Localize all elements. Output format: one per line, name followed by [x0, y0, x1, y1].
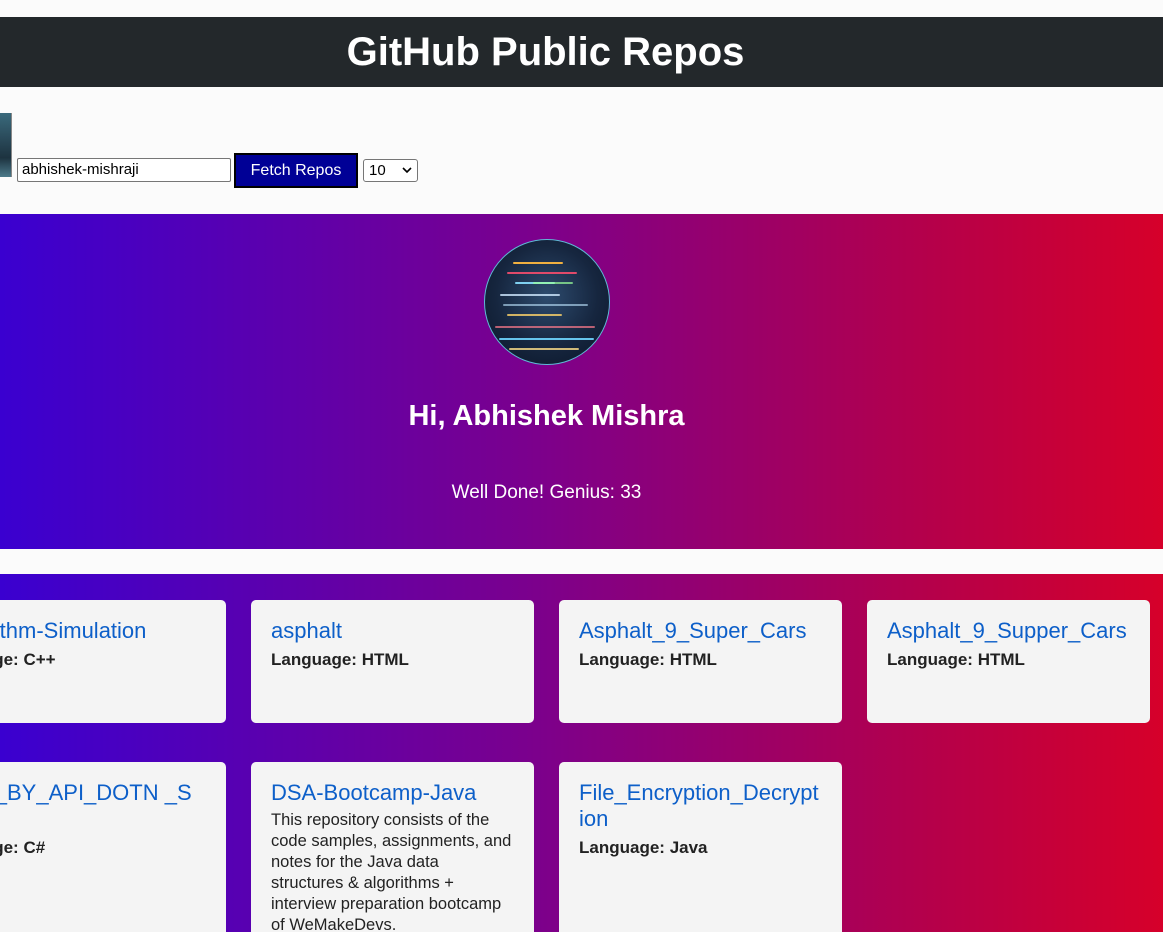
- repo-card: gorithm-Simulation guage: C++: [0, 600, 226, 723]
- repo-language-value: HTML: [361, 650, 409, 669]
- repo-language: Language: Java: [579, 838, 822, 858]
- search-controls: Fetch Repos 10: [0, 113, 600, 188]
- profile-avatar: [484, 239, 610, 365]
- repo-name-link[interactable]: Asphalt_9_Supper_Cars: [887, 618, 1130, 644]
- repo-grid: gorithm-Simulation guage: C++ asphalt La…: [0, 574, 1163, 932]
- repo-card: UD_BY_API_DOTN _SQL guage: C#: [0, 762, 226, 932]
- repo-language-value: C#: [23, 838, 46, 857]
- profile-greeting: Hi, Abhishek Mishra: [408, 400, 685, 432]
- user-avatar-thumbnail: [0, 113, 12, 177]
- repo-card: asphalt Language: HTML: [251, 600, 534, 723]
- chevron-down-icon: [402, 167, 412, 174]
- page: GitHub Public Repos Fetch Repos 10 Hi, A…: [0, 0, 1163, 932]
- app-header: GitHub Public Repos: [0, 17, 1163, 87]
- repo-name-link[interactable]: File_Encryption_Decryption: [579, 780, 822, 832]
- profile-section: Hi, Abhishek Mishra Well Done! Genius: 3…: [0, 214, 1163, 549]
- repo-language: Language: HTML: [579, 650, 822, 670]
- per-page-select[interactable]: 10: [363, 159, 418, 182]
- repo-language-label: Language:: [271, 650, 357, 669]
- repo-language-value: Java: [669, 838, 708, 857]
- per-page-value: 10: [369, 162, 386, 179]
- repo-name-link[interactable]: UD_BY_API_DOTN _SQL: [0, 780, 206, 832]
- repo-card: Asphalt_9_Super_Cars Language: HTML: [559, 600, 842, 723]
- repo-language-label: guage:: [0, 838, 19, 857]
- repo-language-value: HTML: [669, 650, 717, 669]
- profile-repo-count: Well Done! Genius: 33: [451, 482, 642, 503]
- repo-name-link[interactable]: DSA-Bootcamp-Java: [271, 780, 514, 806]
- repo-name-link[interactable]: asphalt: [271, 618, 514, 644]
- repo-card: Asphalt_9_Supper_Cars Language: HTML: [867, 600, 1150, 723]
- repo-language: Language: HTML: [271, 650, 514, 670]
- repo-language-label: Language:: [579, 650, 665, 669]
- repo-name-link[interactable]: gorithm-Simulation: [0, 618, 206, 644]
- repo-language: guage: C++: [0, 650, 206, 670]
- repo-language-label: Language:: [579, 838, 665, 857]
- fetch-repos-button[interactable]: Fetch Repos: [234, 153, 358, 188]
- repo-language: guage: C#: [0, 838, 206, 858]
- repo-language-value: HTML: [977, 650, 1025, 669]
- page-title: GitHub Public Repos: [346, 29, 745, 74]
- repo-name-link[interactable]: Asphalt_9_Super_Cars: [579, 618, 822, 644]
- repo-card: File_Encryption_Decryption Language: Jav…: [559, 762, 842, 932]
- repo-card: DSA-Bootcamp-Java This repository consis…: [251, 762, 534, 932]
- repo-language-label: Language:: [887, 650, 973, 669]
- repo-language-label: guage:: [0, 650, 19, 669]
- username-input[interactable]: [17, 158, 231, 182]
- repo-description: This repository consists of the code sam…: [271, 811, 512, 932]
- repo-language-value: C++: [23, 650, 56, 669]
- repo-language: Language: HTML: [887, 650, 1130, 670]
